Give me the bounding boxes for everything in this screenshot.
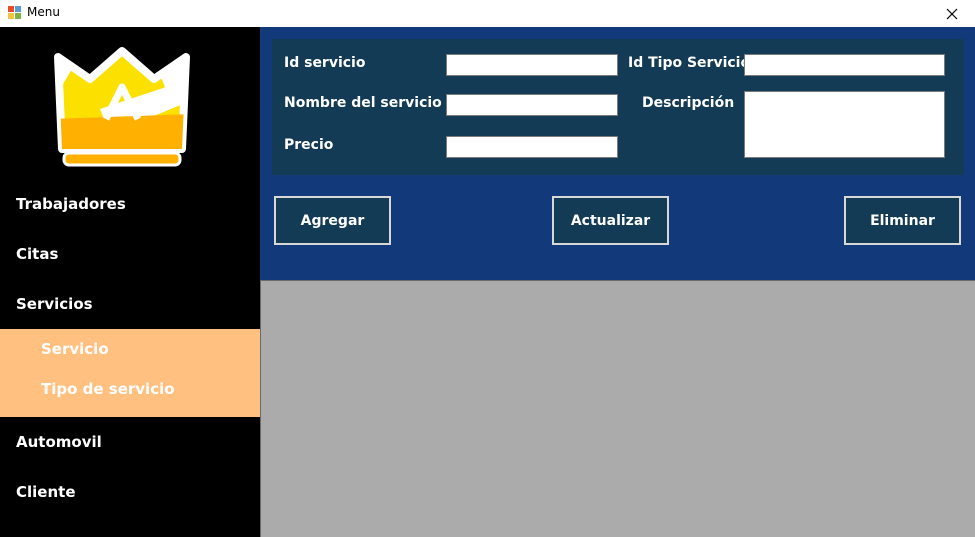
- id-servicio-label: Id servicio: [284, 55, 366, 71]
- window-title: Menu: [27, 5, 60, 19]
- sidebar-item-automovil[interactable]: Automovil: [0, 418, 260, 466]
- title-bar: Menu: [0, 0, 975, 27]
- close-icon: [946, 8, 958, 19]
- id-tipo-servicio-field[interactable]: [744, 54, 945, 76]
- eliminar-button[interactable]: Eliminar: [844, 196, 961, 245]
- crown-logo: [54, 47, 190, 167]
- precio-label: Precio: [284, 137, 334, 153]
- descripcion-label: Descripción: [642, 95, 735, 111]
- id-tipo-servicio-label: Id Tipo Servicio: [628, 55, 751, 71]
- descripcion-field[interactable]: [744, 91, 945, 158]
- actualizar-button[interactable]: Actualizar: [552, 196, 669, 245]
- data-grid-area[interactable]: [260, 280, 975, 537]
- sidebar-item-trabajadores[interactable]: Trabajadores: [0, 180, 260, 228]
- sidebar-item-servicios[interactable]: Servicios: [0, 280, 260, 328]
- servicios-submenu: Servicio Tipo de servicio: [0, 329, 260, 417]
- id-servicio-field[interactable]: [446, 54, 618, 76]
- close-button[interactable]: [929, 0, 975, 27]
- agregar-button[interactable]: Agregar: [274, 196, 391, 245]
- winforms-app-icon: [8, 6, 21, 19]
- submenu-item-tipo-de-servicio[interactable]: Tipo de servicio: [0, 371, 260, 407]
- precio-field[interactable]: [446, 136, 618, 158]
- nombre-servicio-field[interactable]: [446, 94, 618, 116]
- submenu-item-servicio[interactable]: Servicio: [0, 331, 260, 367]
- sidebar-item-cliente[interactable]: Cliente: [0, 468, 260, 516]
- sidebar: Trabajadores Citas Servicios Servicio Ti…: [0, 27, 260, 537]
- sidebar-item-citas[interactable]: Citas: [0, 230, 260, 278]
- nombre-servicio-label: Nombre del servicio: [284, 95, 442, 111]
